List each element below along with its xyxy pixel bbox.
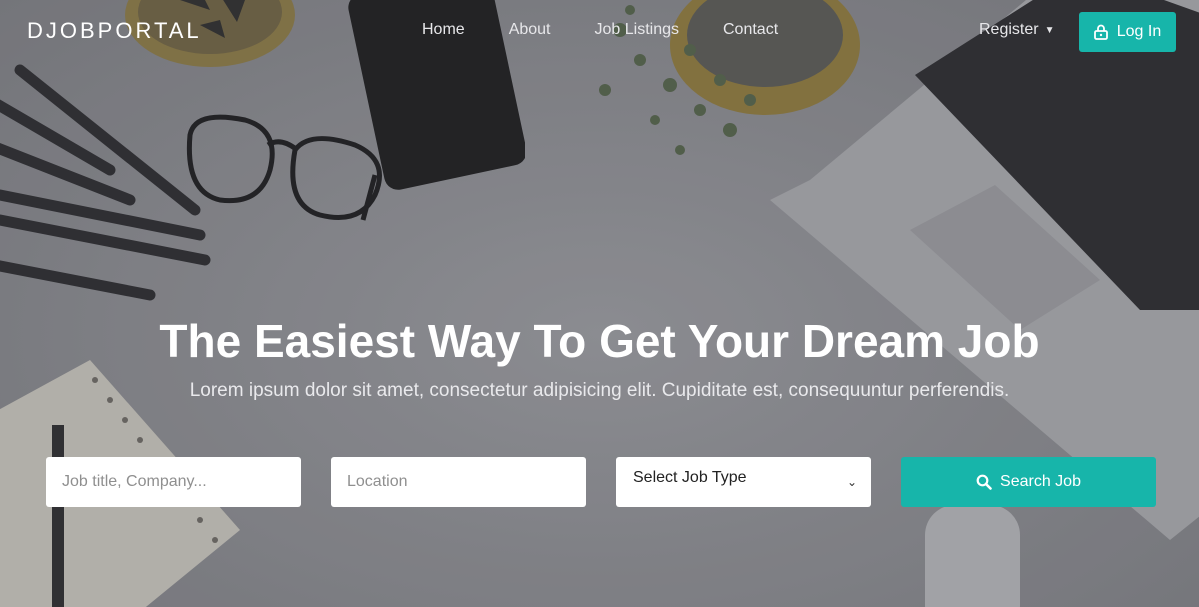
hero-subtitle: Lorem ipsum dolor sit amet, consectetur … xyxy=(189,380,1010,401)
lock-icon xyxy=(1093,24,1108,40)
nav-contact[interactable]: Contact xyxy=(723,21,778,39)
site-logo[interactable]: DJOBPORTAL xyxy=(27,18,202,44)
login-button[interactable]: Log In xyxy=(1079,12,1176,52)
location-field xyxy=(331,457,586,507)
keyword-input[interactable] xyxy=(62,473,301,491)
search-job-label: Search Job xyxy=(1000,473,1081,490)
caret-down-icon: ▼ xyxy=(1044,24,1055,36)
register-label: Register xyxy=(979,21,1039,38)
register-dropdown[interactable]: Register ▼ xyxy=(979,21,1054,39)
keyword-field xyxy=(46,457,301,507)
search-icon xyxy=(976,474,992,490)
nav-home[interactable]: Home xyxy=(422,21,465,39)
location-input[interactable] xyxy=(347,473,586,491)
hero-overlay xyxy=(0,0,1199,607)
hero-background xyxy=(0,0,1199,607)
search-job-button[interactable]: Search Job xyxy=(901,457,1156,507)
main-nav: Home About Job Listings Contact xyxy=(422,21,822,39)
login-label: Log In xyxy=(1116,23,1162,40)
chevron-down-icon: ⌄ xyxy=(846,475,857,489)
job-type-value: Select Job Type xyxy=(633,469,747,486)
job-type-select[interactable]: Select Job Type ⌄ xyxy=(616,457,871,507)
nav-about[interactable]: About xyxy=(509,21,551,39)
hero-title: The Easiest Way To Get Your Dream Job xyxy=(159,315,1040,367)
nav-job-listings[interactable]: Job Listings xyxy=(595,21,680,39)
